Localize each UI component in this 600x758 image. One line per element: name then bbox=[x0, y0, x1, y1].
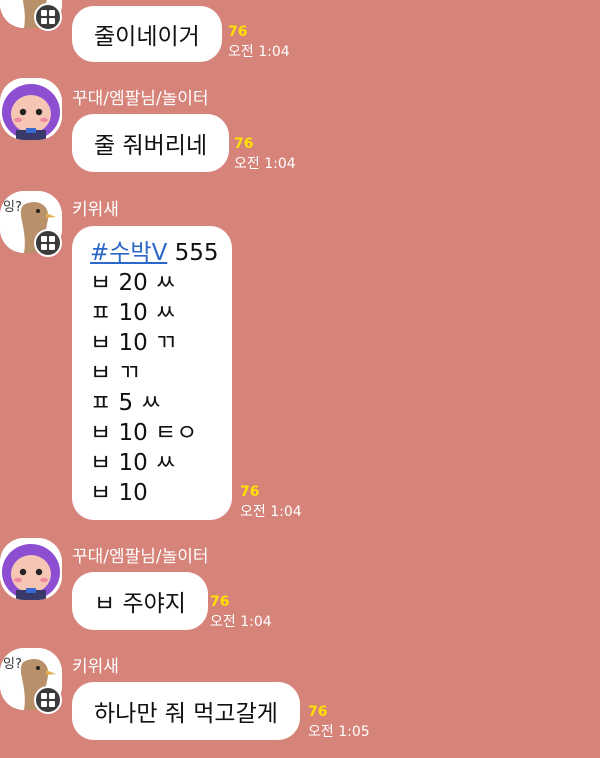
sender-name: 키위새 bbox=[72, 657, 119, 677]
message-line: ㅂ 10 ㅆ bbox=[90, 450, 177, 476]
message-text: ㅂ 주야지 bbox=[94, 591, 186, 617]
purple-hair-girl-icon[interactable] bbox=[0, 78, 62, 140]
message-bubble[interactable]: 줄이네이거 bbox=[72, 6, 222, 62]
message-bubble[interactable]: 줄 줘버리네 bbox=[72, 114, 230, 172]
purple-hair-girl-icon[interactable] bbox=[0, 538, 62, 600]
message-bubble[interactable]: 하나만 줘 먹고갈게 bbox=[72, 682, 300, 740]
hashtag-link[interactable]: #수박V bbox=[90, 240, 167, 266]
sender-name: 키위새 bbox=[72, 200, 119, 220]
message-line: ㅍ 5 ㅆ bbox=[90, 390, 162, 416]
message-time: 오전 1:04 bbox=[210, 614, 272, 630]
message-line: ㅂ 10 bbox=[90, 480, 148, 506]
chat-badge-icon bbox=[34, 229, 62, 257]
sender-name: 꾸대/엠팔님/놀이터 bbox=[72, 547, 209, 567]
unread-count: 76 bbox=[308, 704, 328, 720]
unread-count: 76 bbox=[210, 594, 230, 610]
chat-badge-icon bbox=[34, 3, 62, 31]
message-line: ㅍ 10 ㅆ bbox=[90, 300, 177, 326]
message-meta: 76 오전 1:04 bbox=[228, 24, 290, 61]
message-meta: 76 오전 1:04 bbox=[210, 594, 272, 631]
message-line: ㅂ 10 ㄲ bbox=[90, 330, 177, 356]
message-line: ㅂ 10 ㅌㅇ bbox=[90, 420, 198, 446]
message-line: ㅂ ㄲ bbox=[90, 360, 140, 386]
message-meta: 76 오전 1:05 bbox=[308, 704, 370, 741]
sender-name: 꾸대/엠팔님/놀이터 bbox=[72, 89, 209, 109]
message-time: 오전 1:04 bbox=[234, 156, 296, 172]
message-text: 줄 줘버리네 bbox=[94, 133, 208, 159]
message-time: 오전 1:04 bbox=[240, 504, 302, 520]
unread-count: 76 bbox=[240, 484, 260, 500]
message-time: 오전 1:05 bbox=[308, 724, 370, 740]
message-meta: 76 오전 1:04 bbox=[240, 484, 302, 521]
message-text: 하나만 줘 먹고갈게 bbox=[94, 701, 278, 727]
message-time: 오전 1:04 bbox=[228, 44, 290, 60]
unread-count: 76 bbox=[228, 24, 248, 40]
message-meta: 76 오전 1:04 bbox=[234, 136, 296, 173]
message-line: ㅂ 20 ㅆ bbox=[90, 270, 177, 296]
message-line-hashtag: #수박V 555 bbox=[90, 238, 219, 268]
unread-count: 76 bbox=[234, 136, 254, 152]
message-bubble[interactable]: ㅂ 주야지 bbox=[72, 572, 208, 630]
message-text: 줄이네이거 bbox=[94, 24, 200, 50]
message-bubble[interactable]: #수박V 555 ㅂ 20 ㅆ ㅍ 10 ㅆ ㅂ 10 ㄲ ㅂ ㄲ ㅍ 5 ㅆ … bbox=[72, 226, 232, 520]
chat-badge-icon bbox=[34, 686, 62, 714]
hashtag-suffix: 555 bbox=[167, 240, 219, 266]
